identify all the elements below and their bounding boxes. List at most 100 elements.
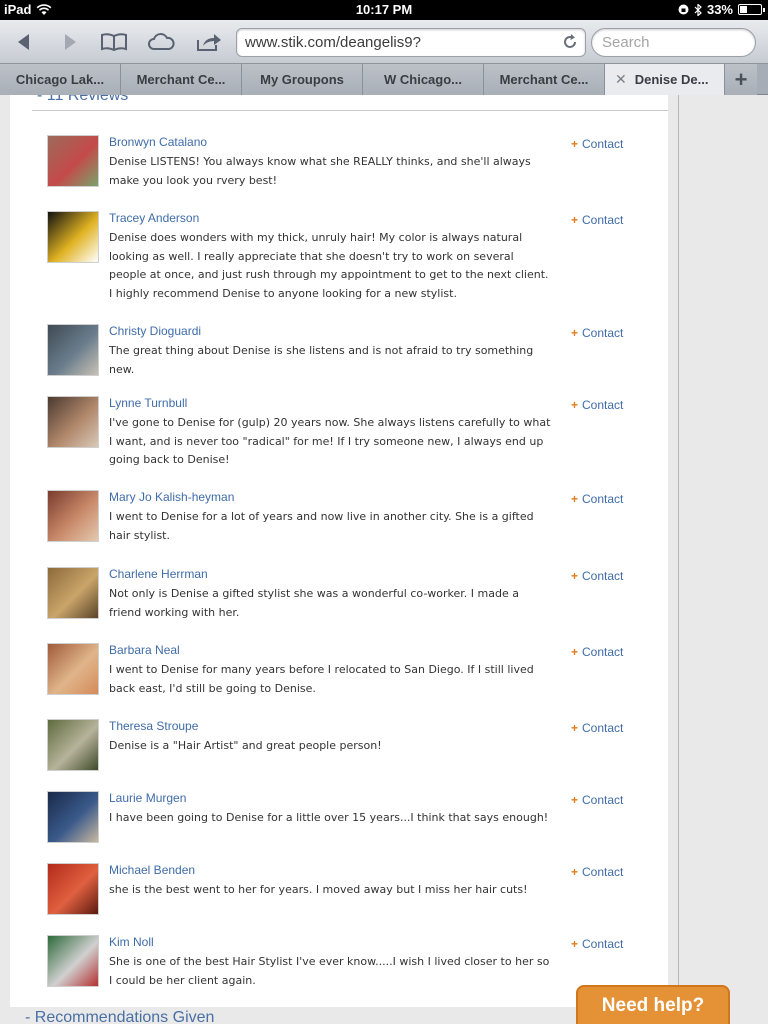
reviewer-avatar[interactable] — [47, 719, 99, 771]
plus-icon: + — [571, 793, 579, 807]
review-text: Not only is Denise a gifted stylist she … — [109, 587, 519, 619]
contact-link[interactable]: + Contact — [571, 937, 623, 951]
new-tab-button[interactable]: + — [725, 64, 757, 95]
contact-link[interactable]: + Contact — [571, 137, 623, 151]
reviewer-avatar[interactable] — [47, 135, 99, 187]
need-help-button[interactable]: Need help? — [576, 985, 730, 1024]
review-text: The great thing about Denise is she list… — [109, 344, 534, 376]
address-field[interactable]: www.stik.com/deangelis9? — [236, 28, 586, 57]
contact-link[interactable]: + Contact — [571, 213, 623, 227]
status-right: 33% — [678, 2, 765, 17]
reviewer-name[interactable]: Kim Noll — [109, 935, 154, 949]
reviewer-avatar[interactable] — [47, 396, 99, 448]
tab-label: W Chicago... — [384, 72, 462, 87]
contact-label: Contact — [582, 398, 624, 412]
plus-icon: + — [571, 213, 579, 227]
reviewer-avatar[interactable] — [47, 935, 99, 987]
reviewer-name[interactable]: Lynne Turnbull — [109, 396, 187, 410]
back-arrow-icon — [18, 34, 29, 50]
reviewer-avatar[interactable] — [47, 490, 99, 542]
forward-button[interactable] — [56, 28, 84, 56]
review-text: She is one of the best Hair Stylist I've… — [109, 955, 550, 987]
reviewer-name[interactable]: Bronwyn Catalano — [109, 135, 207, 149]
contact-label: Contact — [582, 213, 624, 227]
reviews-heading[interactable]: - 11 Reviews — [37, 95, 128, 105]
plus-icon: + — [571, 865, 579, 879]
contact-link[interactable]: + Contact — [571, 865, 623, 879]
reviews-card: - 11 Reviews Bronwyn Catalano Denise LIST… — [10, 95, 668, 1007]
tab-2[interactable]: Merchant Ce... — [121, 64, 242, 95]
tab-5[interactable]: Merchant Ce... — [484, 64, 605, 95]
contact-label: Contact — [582, 937, 624, 951]
contact-label: Contact — [582, 326, 624, 340]
plus-icon: + — [571, 492, 579, 506]
contact-link[interactable]: + Contact — [571, 645, 623, 659]
reviewer-name[interactable]: Mary Jo Kalish-heyman — [109, 490, 234, 504]
plus-icon: + — [571, 569, 579, 583]
bookmarks-button[interactable] — [99, 28, 129, 56]
reviewer-name[interactable]: Tracey Anderson — [109, 211, 199, 225]
share-icon — [197, 34, 221, 51]
close-tab-icon[interactable]: ✕ — [615, 71, 627, 88]
contact-label: Contact — [582, 569, 624, 583]
review-text: she is the best went to her for years. I… — [109, 883, 528, 896]
reviewer-name[interactable]: Theresa Stroupe — [109, 719, 198, 733]
cloud-icon — [148, 33, 175, 50]
bluetooth-icon — [694, 3, 702, 16]
battery-level — [740, 6, 747, 13]
plus-icon: + — [571, 398, 579, 412]
reviewer-name[interactable]: Barbara Neal — [109, 643, 180, 657]
reviewer-name[interactable]: Michael Benden — [109, 863, 195, 877]
reviewer-name[interactable]: Christy Dioguardi — [109, 324, 201, 338]
review-text: I went to Denise for a lot of years and … — [109, 510, 534, 542]
review-text: I've gone to Denise for (gulp) 20 years … — [109, 416, 551, 466]
tab-6-active[interactable]: ✕ Denise De... — [605, 64, 725, 95]
search-placeholder: Search — [602, 34, 650, 51]
back-button[interactable] — [10, 28, 38, 56]
reviewer-avatar[interactable] — [47, 324, 99, 376]
contact-link[interactable]: + Contact — [571, 398, 623, 412]
divider — [678, 95, 679, 1024]
recommendations-heading[interactable]: - Recommendations Given — [25, 1009, 214, 1024]
divider — [32, 110, 668, 111]
tab-label: Denise De... — [634, 72, 709, 87]
reviewer-name[interactable]: Charlene Herrman — [109, 567, 208, 581]
contact-label: Contact — [582, 492, 624, 506]
url-text: www.stik.com/deangelis9? — [245, 34, 421, 51]
reviewer-avatar[interactable] — [47, 863, 99, 915]
browser-toolbar: www.stik.com/deangelis9? Search — [0, 20, 768, 64]
contact-link[interactable]: + Contact — [571, 492, 623, 506]
collapse-marker: - — [37, 95, 47, 104]
contact-link[interactable]: + Contact — [571, 569, 623, 583]
icloud-tabs-button[interactable] — [146, 28, 176, 56]
review-text: Denise LISTENS! You always know what she… — [109, 155, 531, 187]
battery-percent: 33% — [706, 2, 733, 17]
search-field[interactable]: Search — [591, 28, 756, 57]
tab-bar: Chicago Lak... Merchant Ce... My Groupon… — [0, 64, 768, 95]
reviews-count-label: 11 Reviews — [46, 95, 129, 104]
forward-arrow-icon — [65, 34, 76, 50]
orientation-lock-icon — [678, 4, 689, 15]
reviewer-avatar[interactable] — [47, 567, 99, 619]
plus-icon: + — [734, 66, 748, 92]
tab-1[interactable]: Chicago Lak... — [0, 64, 121, 95]
contact-label: Contact — [582, 793, 624, 807]
reviewer-avatar[interactable] — [47, 643, 99, 695]
contact-label: Contact — [582, 137, 624, 151]
reviewer-avatar[interactable] — [47, 211, 99, 263]
tab-label: Chicago Lak... — [15, 72, 105, 87]
tab-label: Merchant Ce... — [136, 72, 226, 87]
tab-3[interactable]: My Groupons — [242, 64, 363, 95]
contact-link[interactable]: + Contact — [571, 721, 623, 735]
contact-link[interactable]: + Contact — [571, 793, 623, 807]
reload-icon[interactable] — [561, 33, 579, 51]
plus-icon: + — [571, 137, 579, 151]
tab-4[interactable]: W Chicago... — [363, 64, 484, 95]
review-text: I went to Denise for many years before I… — [109, 663, 534, 695]
reviewer-name[interactable]: Laurie Murgen — [109, 791, 186, 805]
review-text: I have been going to Denise for a little… — [109, 811, 549, 824]
reviewer-avatar[interactable] — [47, 791, 99, 843]
contact-link[interactable]: + Contact — [571, 326, 623, 340]
contact-label: Contact — [582, 645, 624, 659]
share-button[interactable] — [194, 28, 224, 56]
